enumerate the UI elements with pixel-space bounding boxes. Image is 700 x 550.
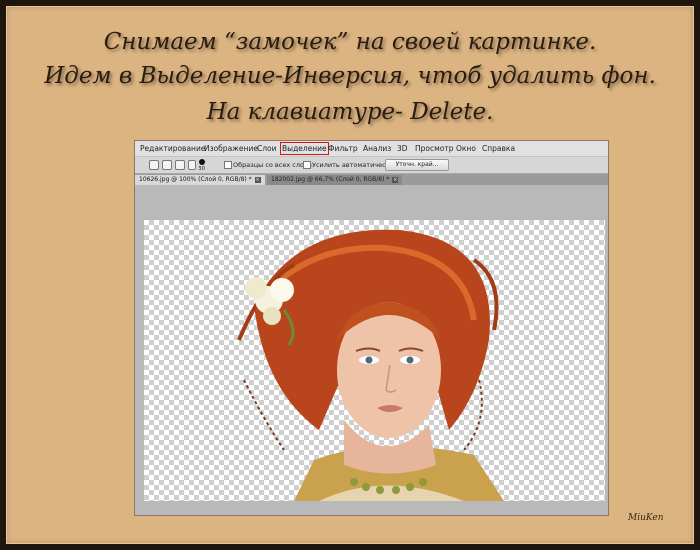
menu-image[interactable]: Изображение: [204, 144, 258, 153]
brush-tool-icon[interactable]: [188, 160, 196, 170]
menu-window[interactable]: Окно: [456, 144, 476, 153]
transparent-canvas[interactable]: [144, 220, 605, 501]
subtract-selection-icon[interactable]: [175, 160, 185, 170]
tab-document-2[interactable]: 182002.jpg @ 66,7% (Слой 0, RGB/8) * ×: [267, 175, 403, 185]
new-selection-icon[interactable]: [149, 160, 159, 170]
sample-all-layers-checkbox[interactable]: [224, 161, 232, 169]
author-signature: MiuKen: [628, 513, 664, 523]
menu-select[interactable]: Выделение: [280, 142, 329, 155]
brush-size: 30: [198, 166, 205, 172]
add-to-selection-icon[interactable]: [162, 160, 172, 170]
sample-all-layers-label: Образцы со всех слоев: [233, 161, 312, 169]
menu-3d[interactable]: 3D: [397, 144, 408, 153]
options-bar: 30 Образцы со всех слоев Усилить автомат…: [135, 157, 608, 174]
menu-bar: Редактирование Изображение Слои Выделени…: [135, 141, 608, 157]
tab-label: 182002.jpg @ 66,7% (Слой 0, RGB/8) *: [271, 176, 390, 183]
close-tab-icon[interactable]: ×: [254, 176, 261, 183]
close-tab-icon[interactable]: ×: [392, 176, 399, 183]
menu-view[interactable]: Просмотр: [415, 144, 454, 153]
portrait-image: [237, 229, 504, 501]
photoshop-screenshot: Редактирование Изображение Слои Выделени…: [135, 141, 608, 515]
tab-document-1[interactable]: 10626.jpg @ 100% (Слой 0, RGB/8) * ×: [135, 175, 265, 185]
auto-enhance-label: Усилить автоматически: [312, 161, 394, 169]
menu-edit[interactable]: Редактирование: [140, 144, 205, 153]
auto-enhance-checkbox[interactable]: [303, 161, 311, 169]
tab-label: 10626.jpg @ 100% (Слой 0, RGB/8) *: [139, 176, 252, 183]
brush-preview-icon[interactable]: [199, 159, 205, 165]
instruction-line-2: Идем в Выделение-Инверсия, чтоб удалить …: [44, 63, 656, 89]
menu-analysis[interactable]: Анализ: [363, 144, 391, 153]
document-tabs: 10626.jpg @ 100% (Слой 0, RGB/8) * × 1820…: [135, 174, 608, 185]
menu-help[interactable]: Справка: [482, 144, 515, 153]
menu-filter[interactable]: Фильтр: [328, 144, 358, 153]
instruction-line-1: Снимаем “замочек” на своей картинке.: [103, 29, 597, 55]
refine-edge-button[interactable]: Уточн. край...: [385, 159, 449, 171]
instruction-line-3: На клавиатуре- Delete.: [206, 99, 494, 125]
menu-layers[interactable]: Слои: [257, 144, 277, 153]
